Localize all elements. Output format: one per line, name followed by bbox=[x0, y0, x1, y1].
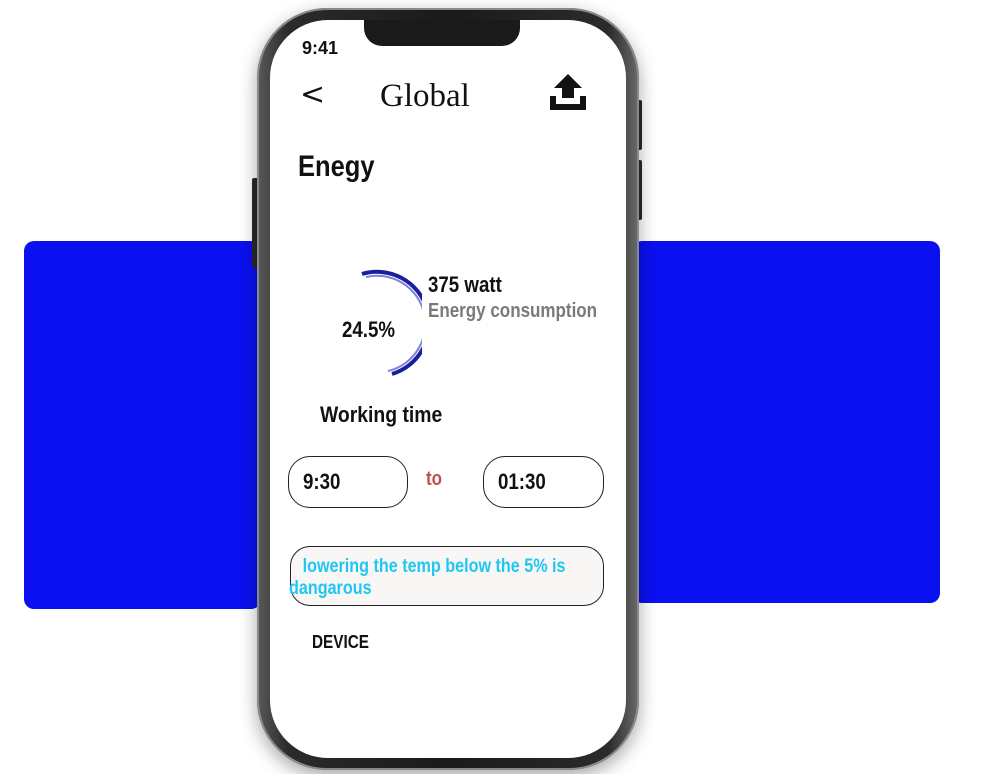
phone-screen: 9:41 < Global Enegy 24.5% 375 watt Energ… bbox=[270, 20, 626, 758]
phone-notch bbox=[364, 20, 520, 46]
upload-icon[interactable] bbox=[546, 70, 590, 114]
status-time: 9:41 bbox=[302, 38, 339, 58]
energy-watt: 375 watt bbox=[428, 272, 502, 297]
working-time-label: Working time bbox=[320, 402, 443, 427]
warning-text: lowering the temp below the 5% is dangar… bbox=[289, 556, 566, 599]
device-heading: DEVICE bbox=[312, 632, 369, 652]
end-time-value: 01:30 bbox=[498, 469, 546, 494]
start-time-value: 9:30 bbox=[303, 469, 341, 494]
back-button[interactable]: < bbox=[300, 80, 325, 110]
page-title: Global bbox=[380, 78, 470, 114]
start-time-field[interactable]: 9:30 bbox=[288, 456, 408, 508]
left-blue-panel bbox=[24, 241, 261, 609]
right-blue-panel bbox=[632, 241, 940, 603]
time-separator: to bbox=[426, 468, 443, 490]
stage: 9:41 < Global Enegy 24.5% 375 watt Energ… bbox=[0, 0, 981, 774]
section-title: Enegy bbox=[298, 150, 375, 183]
end-time-field[interactable]: 01:30 bbox=[483, 456, 604, 508]
energy-percent: 24.5% bbox=[342, 317, 396, 342]
energy-consumption-label: Energy consumption bbox=[428, 300, 598, 322]
